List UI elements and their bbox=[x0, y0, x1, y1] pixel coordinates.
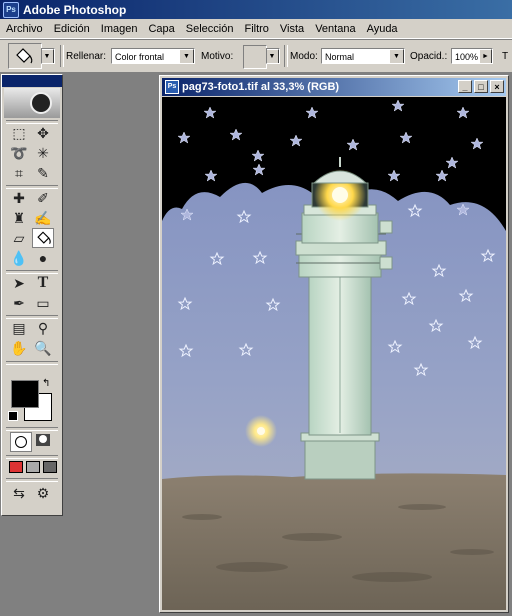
eraser-icon[interactable]: ▱ bbox=[8, 228, 30, 248]
swap-colors-icon[interactable]: ↰ bbox=[42, 378, 50, 389]
menu-bar: Archivo Edición Imagen Capa Selección Fi… bbox=[0, 19, 512, 39]
app-title: Adobe Photoshop bbox=[23, 2, 127, 17]
pattern-swatch[interactable] bbox=[243, 45, 267, 69]
rectangular-marquee-icon[interactable]: ⬚ bbox=[8, 123, 30, 143]
paint-bucket-icon[interactable] bbox=[32, 228, 54, 248]
history-brush-icon[interactable]: ✍ bbox=[32, 208, 54, 228]
tolerance-label: T bbox=[502, 51, 509, 62]
document-titlebar[interactable]: Ps pag73-foto1.tif al 33,3% (RGB) _ □ × bbox=[162, 78, 506, 96]
fill-select[interactable]: Color frontal ▼ bbox=[111, 48, 195, 64]
chevron-down-icon: ▼ bbox=[42, 49, 54, 63]
opacity-value: 100% bbox=[455, 52, 479, 62]
mode-select-value: Normal bbox=[325, 52, 355, 62]
clone-stamp-icon[interactable]: ♜ bbox=[8, 208, 30, 228]
menu-archivo[interactable]: Archivo bbox=[0, 23, 48, 35]
fill-select-value: Color frontal bbox=[115, 52, 165, 62]
document-title: pag73-foto1.tif al 33,3% (RGB) bbox=[182, 81, 340, 93]
tool-options-bar: ▼ Rellenar: Color frontal ▼ Motivo: ▼ Mo… bbox=[0, 39, 512, 73]
type-icon[interactable]: T bbox=[32, 273, 54, 293]
standard-mode-button[interactable] bbox=[10, 432, 32, 452]
menu-edicion[interactable]: Edición bbox=[48, 23, 95, 35]
circle-icon bbox=[15, 436, 27, 448]
pattern-dropdown[interactable]: ▼ bbox=[266, 48, 280, 64]
pen-icon[interactable]: ✒ bbox=[8, 293, 30, 313]
tool-preset-picker[interactable] bbox=[8, 43, 42, 69]
pattern-label: Motivo: bbox=[201, 51, 234, 62]
menu-filtro[interactable]: Filtro bbox=[238, 23, 273, 35]
close-button[interactable]: × bbox=[490, 80, 504, 93]
default-colors-icon[interactable] bbox=[8, 411, 18, 421]
quick-mask-button[interactable] bbox=[34, 432, 54, 450]
chevron-down-icon: ▼ bbox=[389, 49, 404, 63]
document-window: Ps pag73-foto1.tif al 33,3% (RGB) _ □ × bbox=[159, 75, 509, 613]
paint-bucket-glyph bbox=[37, 231, 51, 245]
menu-seleccion[interactable]: Selección bbox=[180, 23, 239, 35]
minimize-button[interactable]: _ bbox=[458, 80, 472, 93]
magic-wand-icon[interactable]: ✳ bbox=[32, 143, 54, 163]
eye-icon bbox=[30, 92, 52, 114]
healing-brush-icon[interactable]: ✚ bbox=[8, 188, 30, 208]
hand-icon[interactable]: ✋ bbox=[8, 338, 30, 358]
chevron-down-icon: ▼ bbox=[179, 49, 194, 63]
crop-icon[interactable]: ⌗ bbox=[8, 163, 30, 183]
chevron-right-icon: ► bbox=[479, 49, 492, 63]
app-titlebar: Ps Adobe Photoshop bbox=[0, 0, 512, 19]
tools-palette: ⬚ ✥ ➰ ✳ ⌗ ✎ ✚ ✐ ♜ ✍ ▱ 💧 ● ➤ T ✒ ▭ ▤ ⚲ ✋ … bbox=[1, 74, 63, 516]
mode-select[interactable]: Normal ▼ bbox=[321, 48, 405, 64]
mask-circle-inner-icon bbox=[39, 435, 47, 443]
full-screen-menu-icon[interactable] bbox=[26, 461, 40, 473]
chevron-down-icon: ▼ bbox=[267, 49, 279, 63]
moon-core bbox=[257, 427, 265, 435]
lighthouse-photo bbox=[162, 97, 506, 610]
path-selection-icon[interactable]: ➤ bbox=[8, 273, 30, 293]
blur-icon[interactable]: 💧 bbox=[8, 248, 30, 268]
rocky-ground bbox=[162, 473, 506, 610]
fill-label: Rellenar: bbox=[66, 51, 107, 62]
menu-ayuda[interactable]: Ayuda bbox=[361, 23, 403, 35]
notes-icon[interactable]: ▤ bbox=[8, 318, 30, 338]
opacity-label: Opacid.: bbox=[410, 51, 448, 62]
dodge-icon[interactable]: ● bbox=[32, 248, 54, 268]
move-icon[interactable]: ✥ bbox=[32, 123, 54, 143]
mode-label: Modo: bbox=[290, 51, 318, 62]
foreground-color-swatch[interactable] bbox=[11, 380, 39, 408]
menu-imagen[interactable]: Imagen bbox=[95, 23, 143, 35]
tools-palette-titlebar[interactable] bbox=[2, 75, 62, 87]
maximize-button[interactable]: □ bbox=[474, 80, 488, 93]
brush-icon[interactable]: ✐ bbox=[32, 188, 54, 208]
lasso-icon[interactable]: ➰ bbox=[8, 143, 30, 163]
menu-capa[interactable]: Capa bbox=[142, 23, 179, 35]
document-icon: Ps bbox=[165, 80, 179, 94]
slice-icon[interactable]: ✎ bbox=[32, 163, 54, 183]
image-canvas[interactable] bbox=[162, 97, 506, 610]
opacity-field[interactable]: 100% ► bbox=[451, 48, 493, 64]
photoshop-eye-logo[interactable] bbox=[4, 88, 60, 118]
full-screen-icon[interactable] bbox=[43, 461, 57, 473]
zoom-icon[interactable]: 🔍 bbox=[32, 338, 54, 358]
rectangle-shape-icon[interactable]: ▭ bbox=[32, 293, 54, 313]
jump-to-imageready-icon[interactable]: ⇆ bbox=[8, 483, 30, 503]
tool-preset-dropdown[interactable]: ▼ bbox=[41, 48, 55, 64]
standard-screen-mode-icon[interactable] bbox=[9, 461, 23, 473]
paint-bucket-icon bbox=[16, 48, 33, 64]
eyedropper-icon[interactable]: ⚲ bbox=[32, 318, 54, 338]
menu-vista[interactable]: Vista bbox=[274, 23, 309, 35]
imageready-icon[interactable]: ⚙ bbox=[32, 483, 54, 503]
menu-ventana[interactable]: Ventana bbox=[309, 23, 360, 35]
photoshop-logo-icon: Ps bbox=[3, 1, 19, 18]
